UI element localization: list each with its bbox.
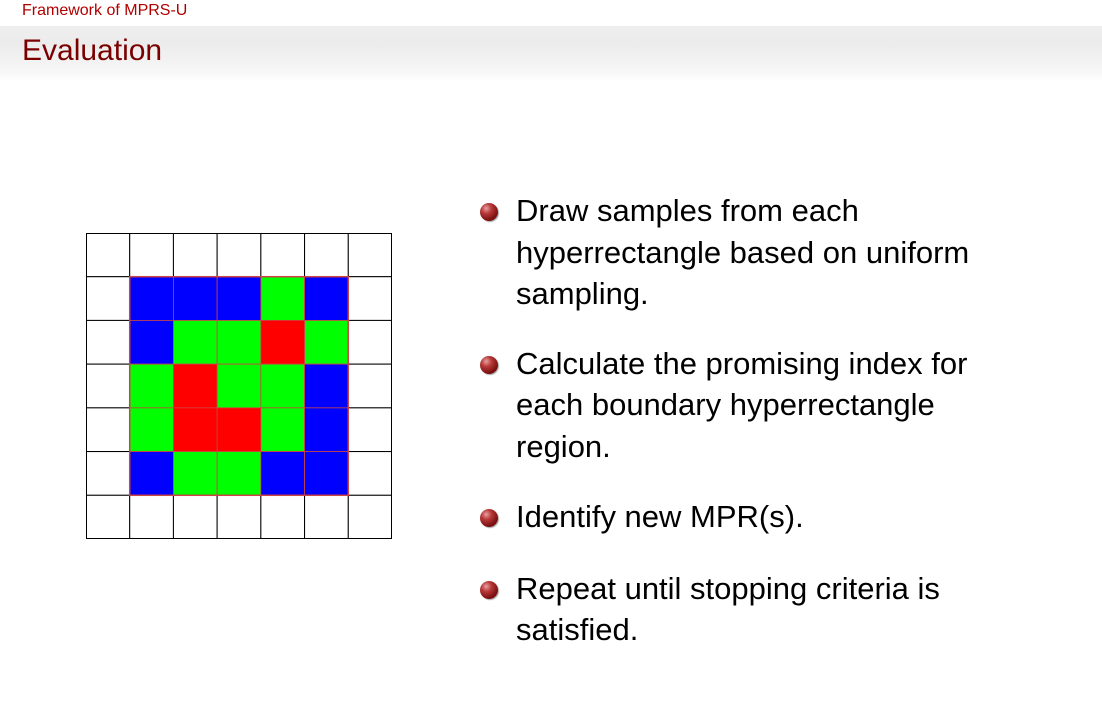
grid-cell-white (216, 233, 262, 278)
grid-cell-green (260, 363, 305, 409)
bullet-line: satisfied. (516, 612, 639, 647)
grid-cell-white (260, 494, 306, 539)
section-title: Framework of MPRS-U (22, 2, 188, 19)
grid-cell-green (304, 320, 349, 365)
grid-cell-green (173, 320, 218, 365)
grid-cell-green (216, 363, 262, 409)
grid-cell-blue (260, 451, 305, 496)
grid-cell-white (347, 363, 392, 409)
bullet-line: each boundary hyperrectangle (516, 387, 935, 422)
grid-cell-blue (304, 451, 349, 496)
grid-cell-blue (216, 276, 262, 321)
bullet-line: Identify new MPR(s). (516, 499, 804, 534)
grid-cell-green (216, 320, 262, 365)
bullet-item: Draw samples from each hyperrectangle ba… (478, 190, 1078, 315)
grid-cell-white (86, 451, 131, 496)
grid-cell-white (347, 276, 392, 321)
bullet-item: Repeat until stopping criteria is satisf… (478, 568, 1078, 651)
bullet-item: Calculate the promising index for each b… (478, 343, 1078, 468)
bullet-ball-icon (480, 509, 498, 527)
grid-cell-white (260, 233, 306, 278)
grid-cell-green (129, 407, 174, 452)
grid-cell-white (86, 233, 131, 278)
grid-cell-white (172, 494, 218, 539)
grid-cell-blue (129, 320, 174, 365)
grid-cell-red (173, 363, 218, 409)
grid-cell-white (347, 233, 392, 278)
hyperrectangle-grid-diagram (86, 233, 392, 539)
grid-cell-green (260, 276, 305, 321)
grid-cell-white (86, 407, 131, 453)
bullet-ball-icon (480, 580, 498, 599)
bullet-line: sampling. (516, 276, 649, 311)
bullet-line: Calculate the promising index for (516, 345, 968, 381)
grid-cell-green (129, 363, 174, 409)
grid-cell-white (129, 233, 174, 278)
grid-cell-red (216, 407, 262, 452)
grid-cell-white (347, 451, 392, 496)
bullet-ball-icon (480, 355, 498, 374)
grid-cell-white (347, 319, 392, 365)
grid-cell-red (173, 407, 218, 452)
grid-cell-blue (304, 363, 349, 409)
grid-cell-white (129, 494, 174, 539)
bullet-line: Draw samples from each (516, 193, 859, 228)
bullet-line: hyperrectangle based on uniform (516, 234, 970, 270)
grid-cell-green (216, 451, 262, 496)
grid-cell-white (347, 494, 392, 539)
grid-cell-blue (129, 451, 174, 496)
grid-cell-blue (129, 276, 174, 321)
bullet-list: Draw samples from each hyperrectangle ba… (478, 190, 1078, 651)
grid-cell-green (260, 407, 305, 452)
grid-cell-white (86, 276, 131, 321)
grid-cell-white (86, 363, 131, 409)
grid-cell-white (347, 407, 392, 453)
grid-cell-blue (173, 276, 218, 321)
grid-svg (86, 233, 392, 539)
grid-cell-white (304, 494, 349, 539)
grid-cell-white (172, 233, 218, 278)
grid-cell-blue (304, 407, 349, 452)
grid-cell-green (173, 451, 218, 496)
frame-header: Framework of MPRS-U Evaluation (0, 0, 1102, 82)
frame-title: Evaluation (22, 34, 163, 67)
bullet-line: region. (516, 428, 611, 464)
grid-cell-red (260, 320, 305, 365)
bullet-item: Identify new MPR(s). (478, 496, 1078, 538)
bullet-ball-icon (480, 203, 498, 221)
grid-cell-blue (304, 276, 349, 321)
grid-cell-white (304, 233, 349, 278)
grid-cell-white (86, 319, 131, 365)
grid-cell-white (216, 494, 262, 539)
bullet-line: Repeat until stopping criteria is (516, 570, 940, 606)
grid-cell-white (86, 494, 131, 539)
